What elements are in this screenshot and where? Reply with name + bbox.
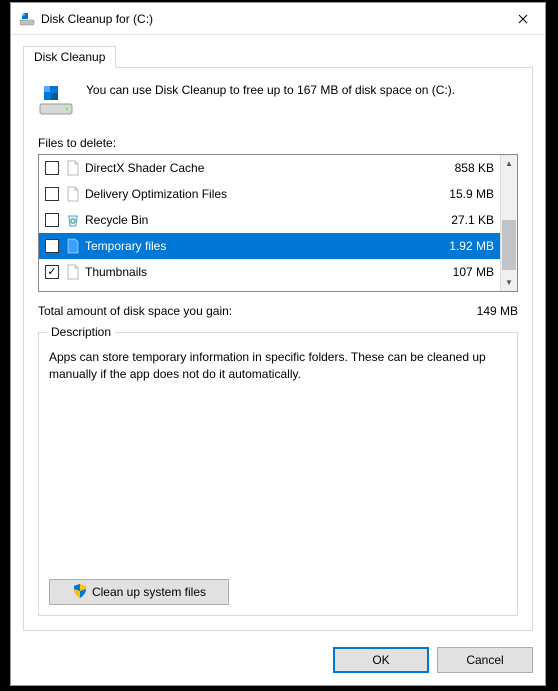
file-icon bbox=[65, 264, 81, 280]
checkbox[interactable] bbox=[45, 239, 59, 253]
list-item[interactable]: Delivery Optimization Files 15.9 MB bbox=[39, 181, 500, 207]
file-list[interactable]: DirectX Shader Cache 858 KB Delivery Opt… bbox=[38, 154, 518, 292]
ok-button[interactable]: OK bbox=[333, 647, 429, 673]
item-size: 858 KB bbox=[455, 161, 496, 175]
checkbox[interactable] bbox=[45, 187, 59, 201]
recycle-bin-icon bbox=[65, 212, 81, 228]
close-button[interactable] bbox=[500, 3, 545, 34]
dialog-window: Disk Cleanup for (C:) Disk Cleanup bbox=[10, 2, 546, 686]
scroll-thumb[interactable] bbox=[502, 220, 516, 270]
checkbox[interactable] bbox=[45, 161, 59, 175]
item-size: 1.92 MB bbox=[449, 239, 496, 253]
tab-disk-cleanup[interactable]: Disk Cleanup bbox=[23, 46, 116, 68]
item-name: DirectX Shader Cache bbox=[85, 161, 455, 175]
window-title: Disk Cleanup for (C:) bbox=[41, 12, 500, 26]
description-groupbox: Description Apps can store temporary inf… bbox=[38, 332, 518, 616]
drive-icon bbox=[38, 82, 74, 118]
total-row: Total amount of disk space you gain: 149… bbox=[38, 304, 518, 318]
total-value: 149 MB bbox=[477, 304, 518, 318]
description-text: Apps can store temporary information in … bbox=[49, 349, 507, 579]
tab-strip: Disk Cleanup bbox=[23, 43, 533, 67]
intro-section: You can use Disk Cleanup to free up to 1… bbox=[38, 82, 518, 118]
item-name: Thumbnails bbox=[85, 265, 453, 279]
disk-cleanup-icon bbox=[19, 11, 35, 27]
item-name: Temporary files bbox=[85, 239, 449, 253]
list-item[interactable]: ✓ Thumbnails 107 MB bbox=[39, 259, 500, 285]
cleanup-system-files-button[interactable]: Clean up system files bbox=[49, 579, 229, 605]
scrollbar[interactable]: ▲ ▼ bbox=[500, 155, 517, 291]
item-name: Recycle Bin bbox=[85, 213, 451, 227]
item-name: Delivery Optimization Files bbox=[85, 187, 449, 201]
item-size: 15.9 MB bbox=[449, 187, 496, 201]
list-item[interactable]: DirectX Shader Cache 858 KB bbox=[39, 155, 500, 181]
list-item[interactable]: Recycle Bin 27.1 KB bbox=[39, 207, 500, 233]
client-area: Disk Cleanup You can use Disk Cleanup to… bbox=[11, 35, 545, 637]
file-list-inner: DirectX Shader Cache 858 KB Delivery Opt… bbox=[39, 155, 500, 291]
tab-panel: You can use Disk Cleanup to free up to 1… bbox=[23, 67, 533, 631]
checkbox-checked[interactable]: ✓ bbox=[45, 265, 59, 279]
cleanup-system-files-label: Clean up system files bbox=[92, 585, 206, 599]
scroll-up-button[interactable]: ▲ bbox=[501, 155, 517, 172]
files-to-delete-label: Files to delete: bbox=[38, 136, 518, 150]
file-icon bbox=[65, 160, 81, 176]
list-item-selected[interactable]: Temporary files 1.92 MB bbox=[39, 233, 500, 259]
scroll-track[interactable] bbox=[501, 172, 517, 274]
description-title: Description bbox=[47, 325, 115, 339]
intro-text: You can use Disk Cleanup to free up to 1… bbox=[86, 82, 455, 118]
item-size: 27.1 KB bbox=[451, 213, 496, 227]
file-icon bbox=[65, 186, 81, 202]
item-size: 107 MB bbox=[453, 265, 496, 279]
cancel-button[interactable]: Cancel bbox=[437, 647, 533, 673]
total-label: Total amount of disk space you gain: bbox=[38, 304, 232, 318]
shield-icon bbox=[72, 583, 88, 602]
scroll-down-button[interactable]: ▼ bbox=[501, 274, 517, 291]
file-icon bbox=[65, 238, 81, 254]
dialog-buttons: OK Cancel bbox=[11, 637, 545, 685]
title-bar: Disk Cleanup for (C:) bbox=[11, 3, 545, 35]
checkbox[interactable] bbox=[45, 213, 59, 227]
